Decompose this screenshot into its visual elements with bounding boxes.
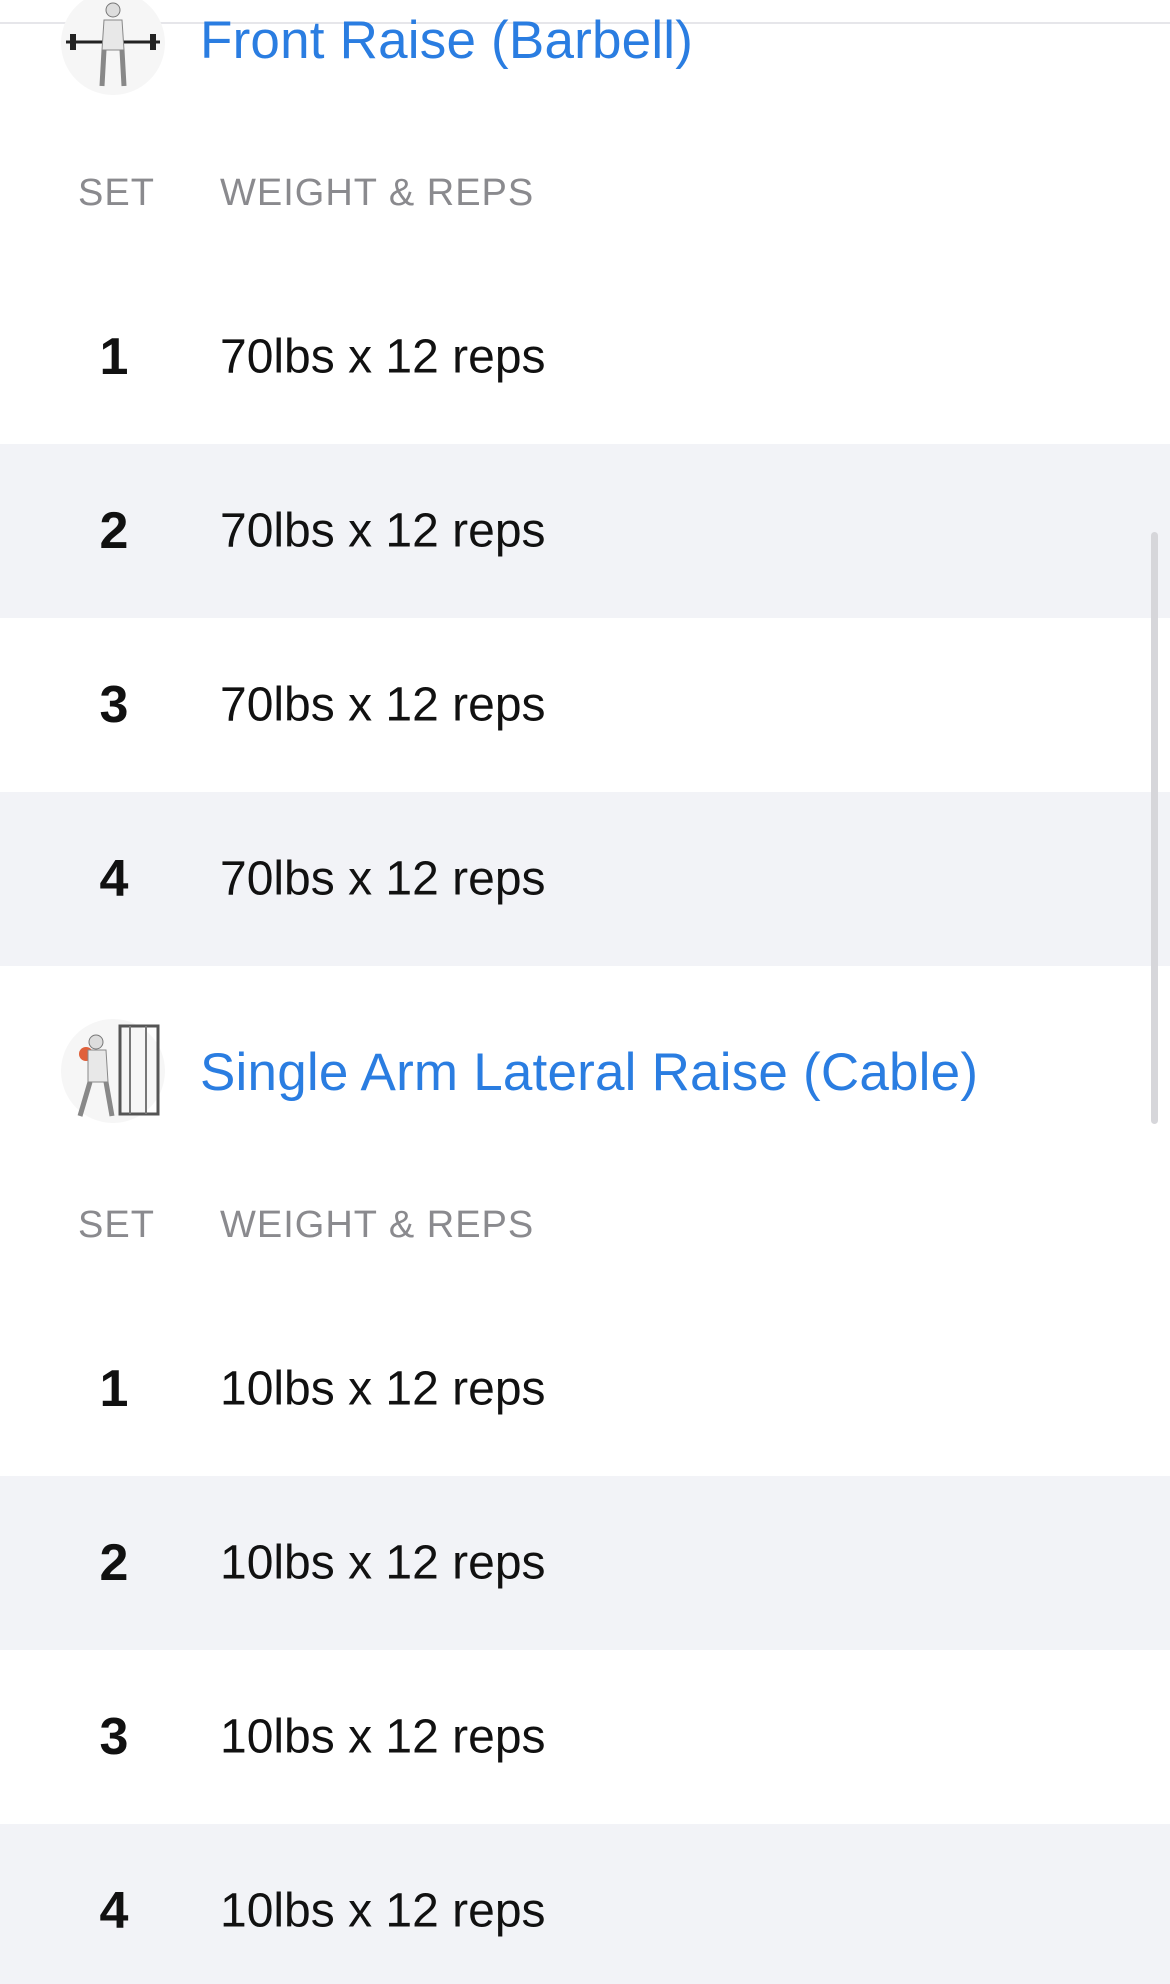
weight-reps-value: 70lbs x 12 reps (220, 330, 546, 384)
barbell-front-raise-icon[interactable] (58, 0, 168, 98)
column-headers: SET WEIGHT & REPS (0, 1204, 1170, 1264)
set-row[interactable]: 3 70lbs x 12 reps (0, 618, 1170, 792)
set-row[interactable]: 1 10lbs x 12 reps (0, 1302, 1170, 1476)
weight-reps-value: 10lbs x 12 reps (220, 1362, 546, 1416)
set-column-header: SET (78, 1204, 155, 1246)
set-number: 4 (99, 850, 129, 908)
set-number: 1 (99, 328, 129, 386)
weight-reps-value: 70lbs x 12 reps (220, 504, 546, 558)
set-number: 3 (99, 1708, 129, 1766)
set-row[interactable]: 2 10lbs x 12 reps (0, 1476, 1170, 1650)
weight-reps-column-header: WEIGHT & REPS (220, 172, 535, 214)
weight-reps-column-header: WEIGHT & REPS (220, 1204, 535, 1246)
weight-reps-value: 10lbs x 12 reps (220, 1710, 546, 1764)
set-row[interactable]: 2 70lbs x 12 reps (0, 444, 1170, 618)
set-row[interactable]: 4 10lbs x 12 reps (0, 1824, 1170, 1984)
cable-lateral-raise-icon[interactable] (58, 1016, 168, 1126)
set-number: 3 (99, 676, 129, 734)
set-row[interactable]: 4 70lbs x 12 reps (0, 792, 1170, 966)
exercise-title[interactable]: Front Raise (Barbell) (200, 10, 693, 71)
weight-reps-value: 10lbs x 12 reps (220, 1536, 546, 1590)
set-row[interactable]: 1 70lbs x 12 reps (0, 270, 1170, 444)
weight-reps-value: 70lbs x 12 reps (220, 852, 546, 906)
set-number: 2 (99, 502, 129, 560)
weight-reps-value: 10lbs x 12 reps (220, 1884, 546, 1938)
column-headers: SET WEIGHT & REPS (0, 172, 1170, 232)
scrollbar[interactable] (1151, 532, 1158, 1124)
set-number: 1 (99, 1360, 129, 1418)
set-number: 2 (99, 1534, 129, 1592)
set-row[interactable]: 3 10lbs x 12 reps (0, 1650, 1170, 1824)
weight-reps-value: 70lbs x 12 reps (220, 678, 546, 732)
exercise-title[interactable]: Single Arm Lateral Raise (Cable) (200, 1042, 978, 1103)
set-column-header: SET (78, 172, 155, 214)
set-number: 4 (99, 1882, 129, 1940)
